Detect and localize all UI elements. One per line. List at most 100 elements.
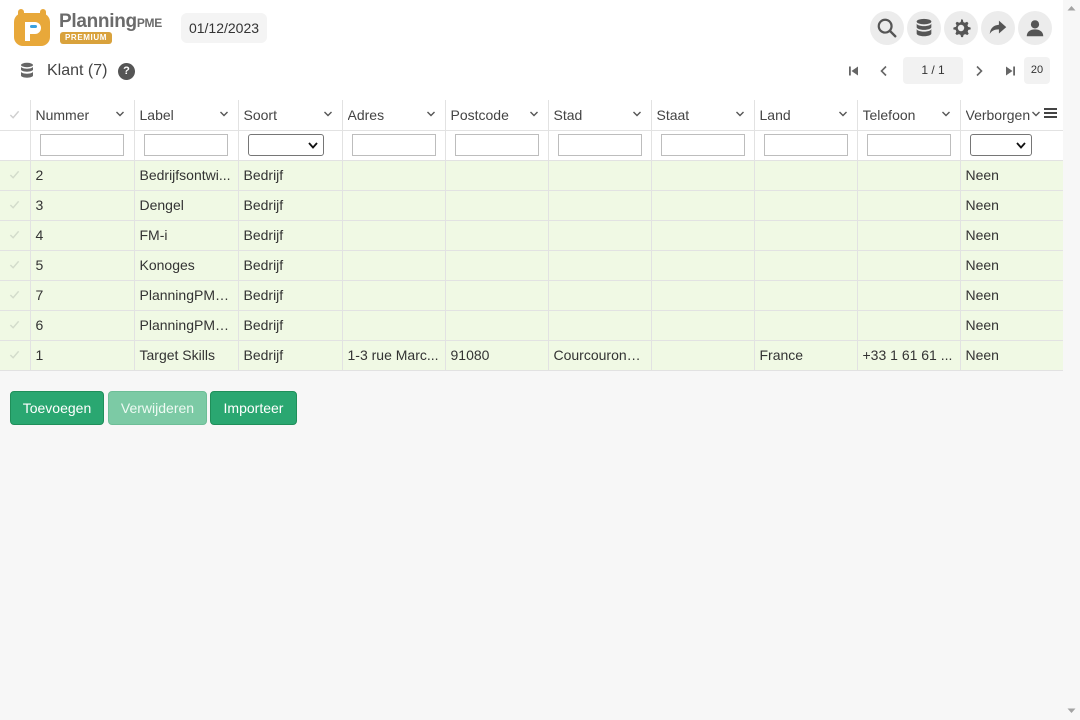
row-checkbox[interactable] xyxy=(0,280,31,311)
checkmark-icon xyxy=(10,110,20,119)
cell-telefoon xyxy=(857,190,961,221)
column-header-stad[interactable]: Stad xyxy=(548,100,652,131)
cell-verborgen: Neen xyxy=(960,250,1064,281)
cell-telefoon xyxy=(857,220,961,251)
filter-stad-input[interactable] xyxy=(557,134,642,156)
row-checkbox[interactable] xyxy=(0,190,31,221)
chevron-down-icon[interactable] xyxy=(323,109,333,119)
search-icon xyxy=(877,18,897,38)
cell-staat xyxy=(651,310,755,341)
cell-postcode xyxy=(445,160,549,191)
search-button[interactable] xyxy=(870,11,904,45)
gear-icon xyxy=(953,19,971,38)
table-row[interactable]: 4 FM-i Bedrijf Neen xyxy=(0,220,1064,251)
column-header-postcode[interactable]: Postcode xyxy=(445,100,549,131)
premium-badge: PREMIUM xyxy=(60,32,112,44)
chevron-down-icon[interactable] xyxy=(1031,109,1041,119)
planningpme-logo[interactable] xyxy=(12,8,52,48)
cell-adres xyxy=(342,160,446,191)
column-header-label[interactable]: Label xyxy=(134,100,239,131)
last-page-icon xyxy=(1006,66,1015,76)
brand-name: PlanningPME xyxy=(59,11,162,32)
share-button[interactable] xyxy=(981,11,1015,45)
delete-button[interactable]: Verwijderen xyxy=(108,391,207,425)
table-row[interactable]: 2 Bedrijfsontwi... Bedrijf Neen xyxy=(0,160,1064,191)
last-page-button[interactable] xyxy=(996,57,1024,85)
database-button[interactable] xyxy=(907,11,941,45)
cell-postcode xyxy=(445,280,549,311)
column-header-land[interactable]: Land xyxy=(754,100,858,131)
first-page-icon xyxy=(849,66,858,76)
row-checkbox[interactable] xyxy=(0,220,31,251)
table-row[interactable]: 7 PlanningPME... Bedrijf Neen xyxy=(0,280,1064,311)
cell-staat xyxy=(651,160,755,191)
user-button[interactable] xyxy=(1018,11,1052,45)
date-display[interactable]: 01/12/2023 xyxy=(181,13,267,43)
filter-row xyxy=(0,130,1064,161)
filter-soort-select[interactable] xyxy=(247,134,324,156)
filter-verborgen-select[interactable] xyxy=(969,134,1032,156)
row-checkbox[interactable] xyxy=(0,250,31,281)
table-row[interactable]: 3 Dengel Bedrijf Neen xyxy=(0,190,1064,221)
row-checkbox[interactable] xyxy=(0,160,31,191)
cell-land xyxy=(754,280,858,311)
select-all-checkbox[interactable] xyxy=(0,100,31,131)
chevron-down-icon[interactable] xyxy=(529,109,539,119)
filter-land-input[interactable] xyxy=(763,134,848,156)
table-row[interactable]: 1 Target Skills Bedrijf 1-3 rue Marc... … xyxy=(0,340,1064,371)
scroll-down-icon[interactable] xyxy=(1067,708,1076,714)
add-button[interactable]: Toevoegen xyxy=(10,391,104,425)
column-header-soort[interactable]: Soort xyxy=(238,100,343,131)
help-icon[interactable]: ? xyxy=(118,63,135,80)
first-page-button[interactable] xyxy=(840,57,868,85)
cell-telefoon: +33 1 61 61 ... xyxy=(857,340,961,371)
filter-staat-input[interactable] xyxy=(660,134,745,156)
cell-nummer: 6 xyxy=(30,310,135,341)
chevron-down-icon[interactable] xyxy=(735,109,745,119)
filter-postcode-input[interactable] xyxy=(454,134,539,156)
chevron-down-icon[interactable] xyxy=(632,109,642,119)
checkmark-icon xyxy=(10,170,20,179)
chevron-down-icon[interactable] xyxy=(941,109,951,119)
column-header-telefoon[interactable]: Telefoon xyxy=(857,100,961,131)
checkmark-icon xyxy=(10,200,20,209)
grid-header-row: Nummer Label Soort Adres Postcode Stad S… xyxy=(0,100,1064,131)
cell-adres xyxy=(342,190,446,221)
chevron-down-icon[interactable] xyxy=(426,109,436,119)
cell-soort: Bedrijf xyxy=(238,190,343,221)
cell-land xyxy=(754,160,858,191)
table-row[interactable]: 6 PlanningPME... Bedrijf Neen xyxy=(0,310,1064,341)
filter-telefoon-input[interactable] xyxy=(866,134,951,156)
import-button[interactable]: Importeer xyxy=(210,391,297,425)
chevron-down-icon[interactable] xyxy=(219,109,229,119)
cell-land xyxy=(754,310,858,341)
vertical-scrollbar[interactable] xyxy=(1063,0,1080,720)
previous-page-button[interactable] xyxy=(870,57,898,85)
chevron-down-icon[interactable] xyxy=(115,109,125,119)
row-checkbox[interactable] xyxy=(0,340,31,371)
chevron-down-icon[interactable] xyxy=(838,109,848,119)
page-size-selector[interactable]: 20 xyxy=(1024,57,1050,84)
checkmark-icon xyxy=(10,350,20,359)
column-header-adres[interactable]: Adres xyxy=(342,100,446,131)
column-header-staat[interactable]: Staat xyxy=(651,100,755,131)
checkmark-icon xyxy=(10,320,20,329)
cell-label: Target Skills xyxy=(134,340,239,371)
user-icon xyxy=(1026,20,1044,37)
scroll-up-icon[interactable] xyxy=(1067,5,1076,11)
cell-telefoon xyxy=(857,280,961,311)
cell-telefoon xyxy=(857,250,961,281)
filter-adres-input[interactable] xyxy=(351,134,436,156)
cell-label: PlanningPME... xyxy=(134,280,239,311)
cell-label: FM-i xyxy=(134,220,239,251)
cell-verborgen: Neen xyxy=(960,160,1064,191)
filter-label-input[interactable] xyxy=(143,134,228,156)
row-checkbox[interactable] xyxy=(0,310,31,341)
column-menu-icon[interactable] xyxy=(1044,107,1057,119)
page-indicator[interactable]: 1 / 1 xyxy=(903,57,963,84)
settings-button[interactable] xyxy=(944,11,978,45)
column-header-nummer[interactable]: Nummer xyxy=(30,100,135,131)
table-row[interactable]: 5 Konoges Bedrijf Neen xyxy=(0,250,1064,281)
next-page-button[interactable] xyxy=(965,57,993,85)
filter-nummer-input[interactable] xyxy=(39,134,124,156)
